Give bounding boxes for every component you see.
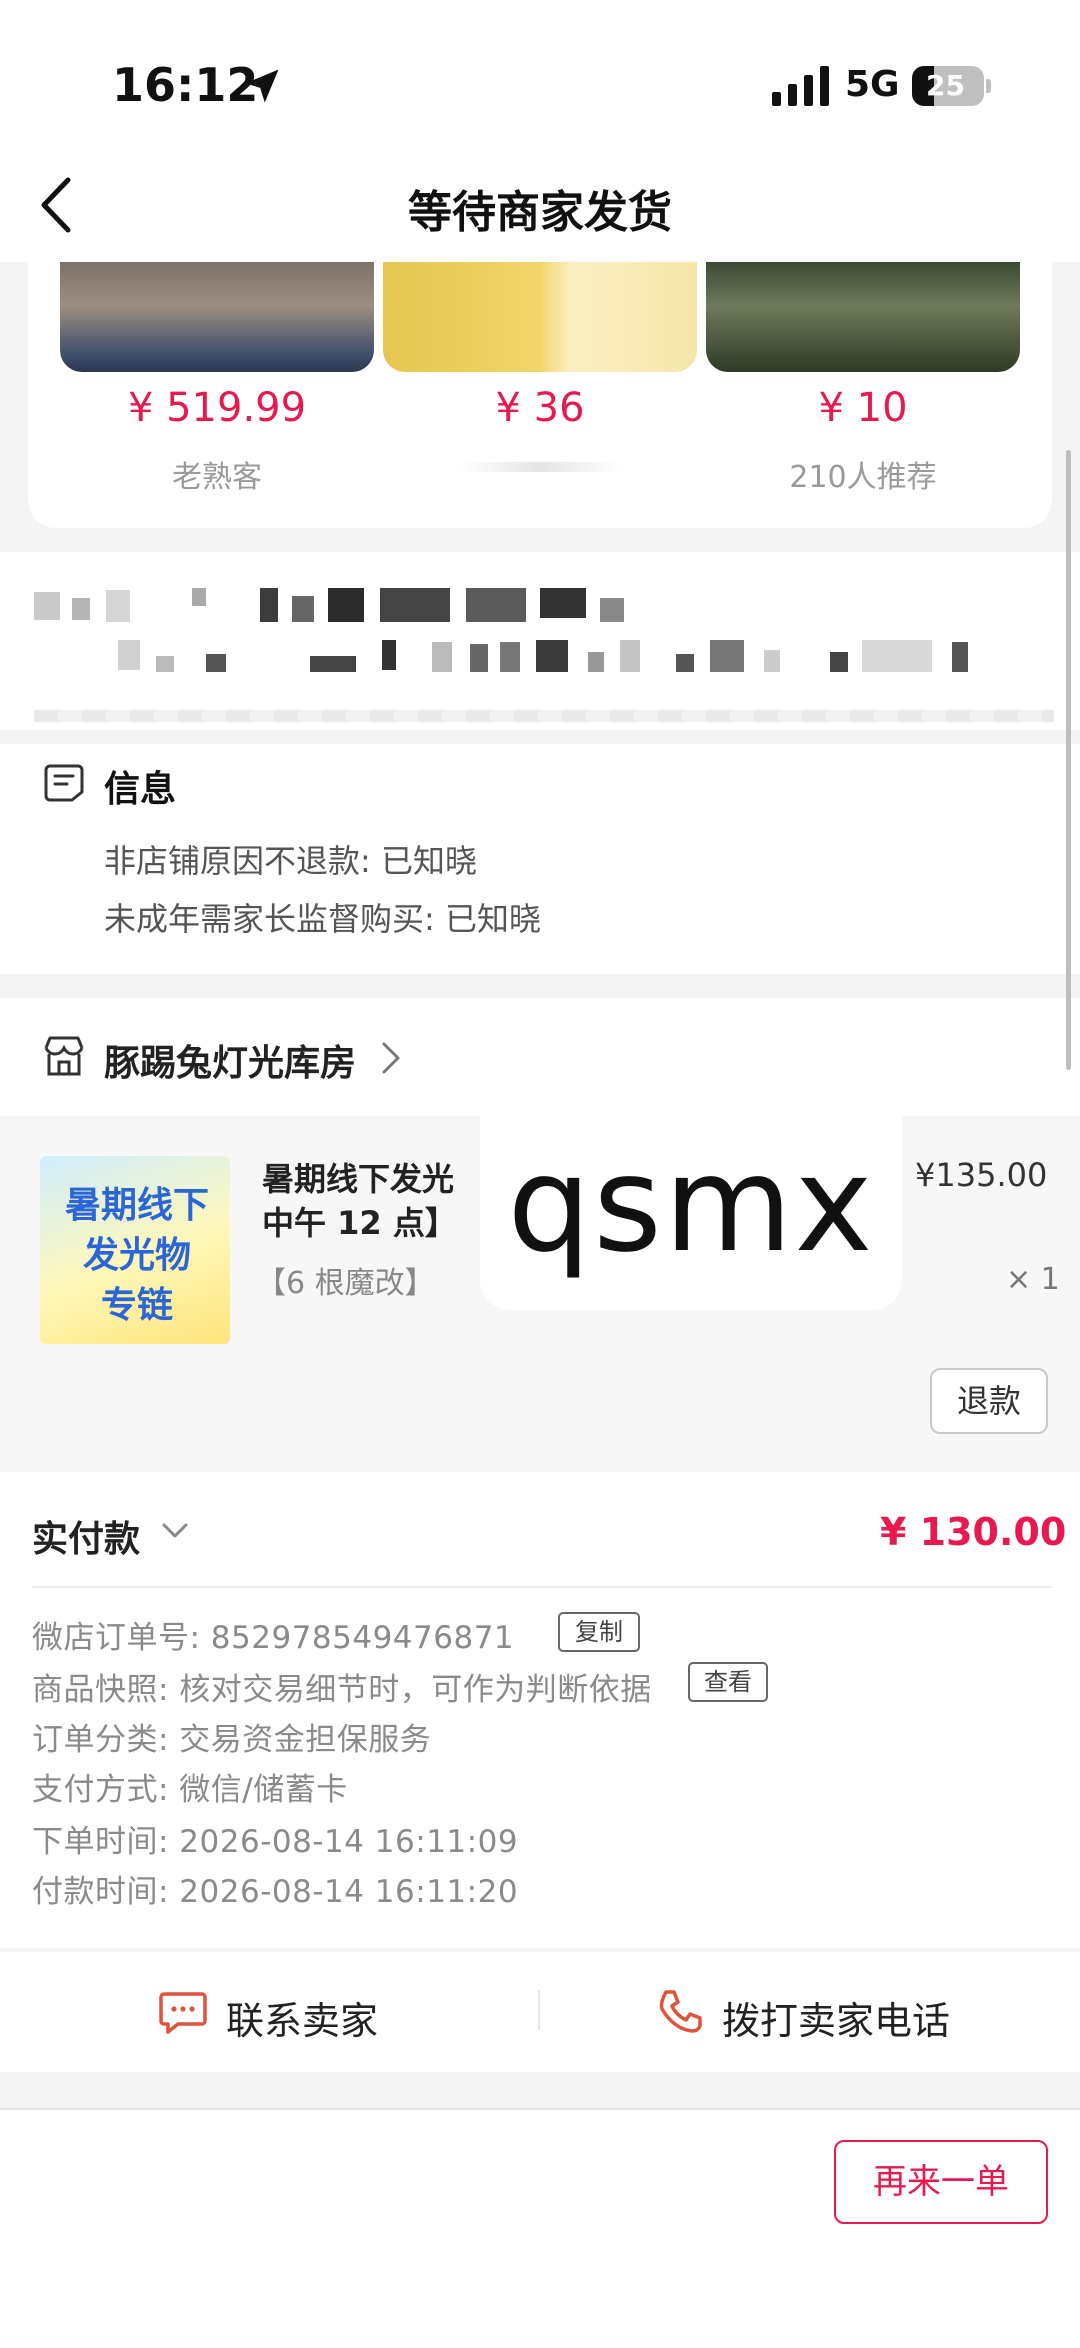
- order-category: 订单分类: 交易资金担保服务: [32, 1722, 432, 1758]
- recommendation-subtitle: 210人推荐: [789, 460, 937, 495]
- battery-percentage: 25: [926, 69, 965, 102]
- redacted-address: [310, 656, 356, 672]
- redacted-address: [952, 642, 968, 672]
- redacted-address: [106, 590, 130, 622]
- redacted-address: [540, 588, 586, 618]
- redacted-address: [156, 656, 174, 672]
- snapshot-info: 商品快照: 核对交易细节时，可作为判断依据: [32, 1672, 652, 1708]
- redacted-address: [710, 640, 744, 672]
- signal-icon: [772, 66, 829, 106]
- recommendation-image[interactable]: [383, 262, 697, 372]
- address-divider: [34, 710, 1054, 722]
- redacted-address: [118, 640, 140, 670]
- refund-button[interactable]: 退款: [930, 1368, 1048, 1434]
- network-type: 5G: [845, 64, 900, 105]
- redacted-address: [536, 640, 568, 672]
- page-title: 等待商家发货: [408, 187, 672, 238]
- product-name[interactable]: 中午 12 点】: [262, 1198, 457, 1244]
- redacted-address: [588, 652, 604, 672]
- chat-icon[interactable]: [158, 1986, 208, 2036]
- product-quantity: × 1: [1006, 1262, 1060, 1297]
- note-icon: [44, 764, 84, 802]
- recommendation-price: ¥ 10: [818, 385, 908, 431]
- reorder-button[interactable]: 再来一单: [834, 2140, 1048, 2224]
- paid-label[interactable]: 实付款: [32, 1510, 140, 1562]
- recommendation-image[interactable]: [60, 262, 374, 372]
- watermark-text: qsmx: [507, 1128, 875, 1282]
- redacted-address: [830, 652, 848, 672]
- scrollbar[interactable]: [1066, 450, 1071, 1070]
- thumbnail-text: 暑期线下: [64, 1185, 209, 1226]
- redacted-address: [72, 598, 90, 620]
- phone-icon[interactable]: [656, 1986, 706, 2036]
- redacted-address: [432, 642, 452, 672]
- redacted-address: [206, 654, 226, 672]
- redacted-address: [260, 588, 278, 622]
- redacted-address: [292, 596, 314, 622]
- status-time: 16:12: [112, 58, 259, 112]
- redacted-address: [382, 640, 396, 670]
- redacted-address: [328, 588, 364, 622]
- product-price: ¥135.00: [915, 1156, 1048, 1194]
- view-snapshot-button[interactable]: 查看: [688, 1662, 768, 1702]
- info-line: 未成年需家长监督购买: 已知晓: [104, 900, 541, 938]
- shop-icon: [44, 1036, 84, 1076]
- redacted-address: [380, 588, 450, 622]
- order-time: 下单时间: 2026-08-14 16:11:09: [32, 1824, 519, 1860]
- product-name[interactable]: 暑期线下发光: [262, 1154, 454, 1200]
- redacted-address: [620, 640, 640, 672]
- redacted-address: [600, 598, 624, 622]
- info-line: 非店铺原因不退款: 已知晓: [104, 842, 477, 880]
- call-seller-button[interactable]: 拨打卖家电话: [722, 1990, 950, 2045]
- order-number: 微店订单号: 852978549476871: [32, 1620, 515, 1656]
- redacted-address: [466, 588, 526, 622]
- recommendation-price: ¥ 36: [495, 385, 585, 431]
- recommendation-subtitle: 老熟客: [172, 460, 262, 495]
- divider: [538, 1990, 540, 2030]
- divider: [32, 1586, 1052, 1588]
- redacted-address: [192, 588, 206, 606]
- redacted-address: [862, 640, 932, 672]
- blurred-subtitle: [460, 462, 620, 472]
- redacted-address: [764, 650, 780, 672]
- thumbnail-text: 专链: [100, 1285, 173, 1326]
- battery-tip: [986, 79, 991, 93]
- recommendation-price: ¥ 519.99: [127, 385, 307, 431]
- thumbnail-text: 发光物: [82, 1235, 191, 1276]
- info-title: 信息: [104, 769, 177, 810]
- payment-method: 支付方式: 微信/储蓄卡: [32, 1772, 348, 1808]
- paid-amount: ¥ 130.00: [880, 1510, 1067, 1554]
- chevron-down-icon[interactable]: [160, 1520, 190, 1542]
- payment-time: 付款时间: 2026-08-14 16:11:20: [32, 1874, 519, 1910]
- contact-seller-button[interactable]: 联系卖家: [226, 1990, 378, 2045]
- recommendation-image[interactable]: [706, 262, 1020, 372]
- shop-name[interactable]: 豚踢兔灯光库房: [104, 1034, 356, 1086]
- redacted-address: [34, 592, 60, 620]
- chevron-right-icon[interactable]: [380, 1040, 402, 1076]
- redacted-address: [470, 644, 488, 672]
- location-arrow-icon: [245, 69, 279, 103]
- product-spec: 【6 根魔改】: [256, 1266, 435, 1301]
- redacted-address: [500, 642, 520, 672]
- redacted-address: [676, 654, 694, 672]
- copy-button[interactable]: 复制: [558, 1612, 640, 1652]
